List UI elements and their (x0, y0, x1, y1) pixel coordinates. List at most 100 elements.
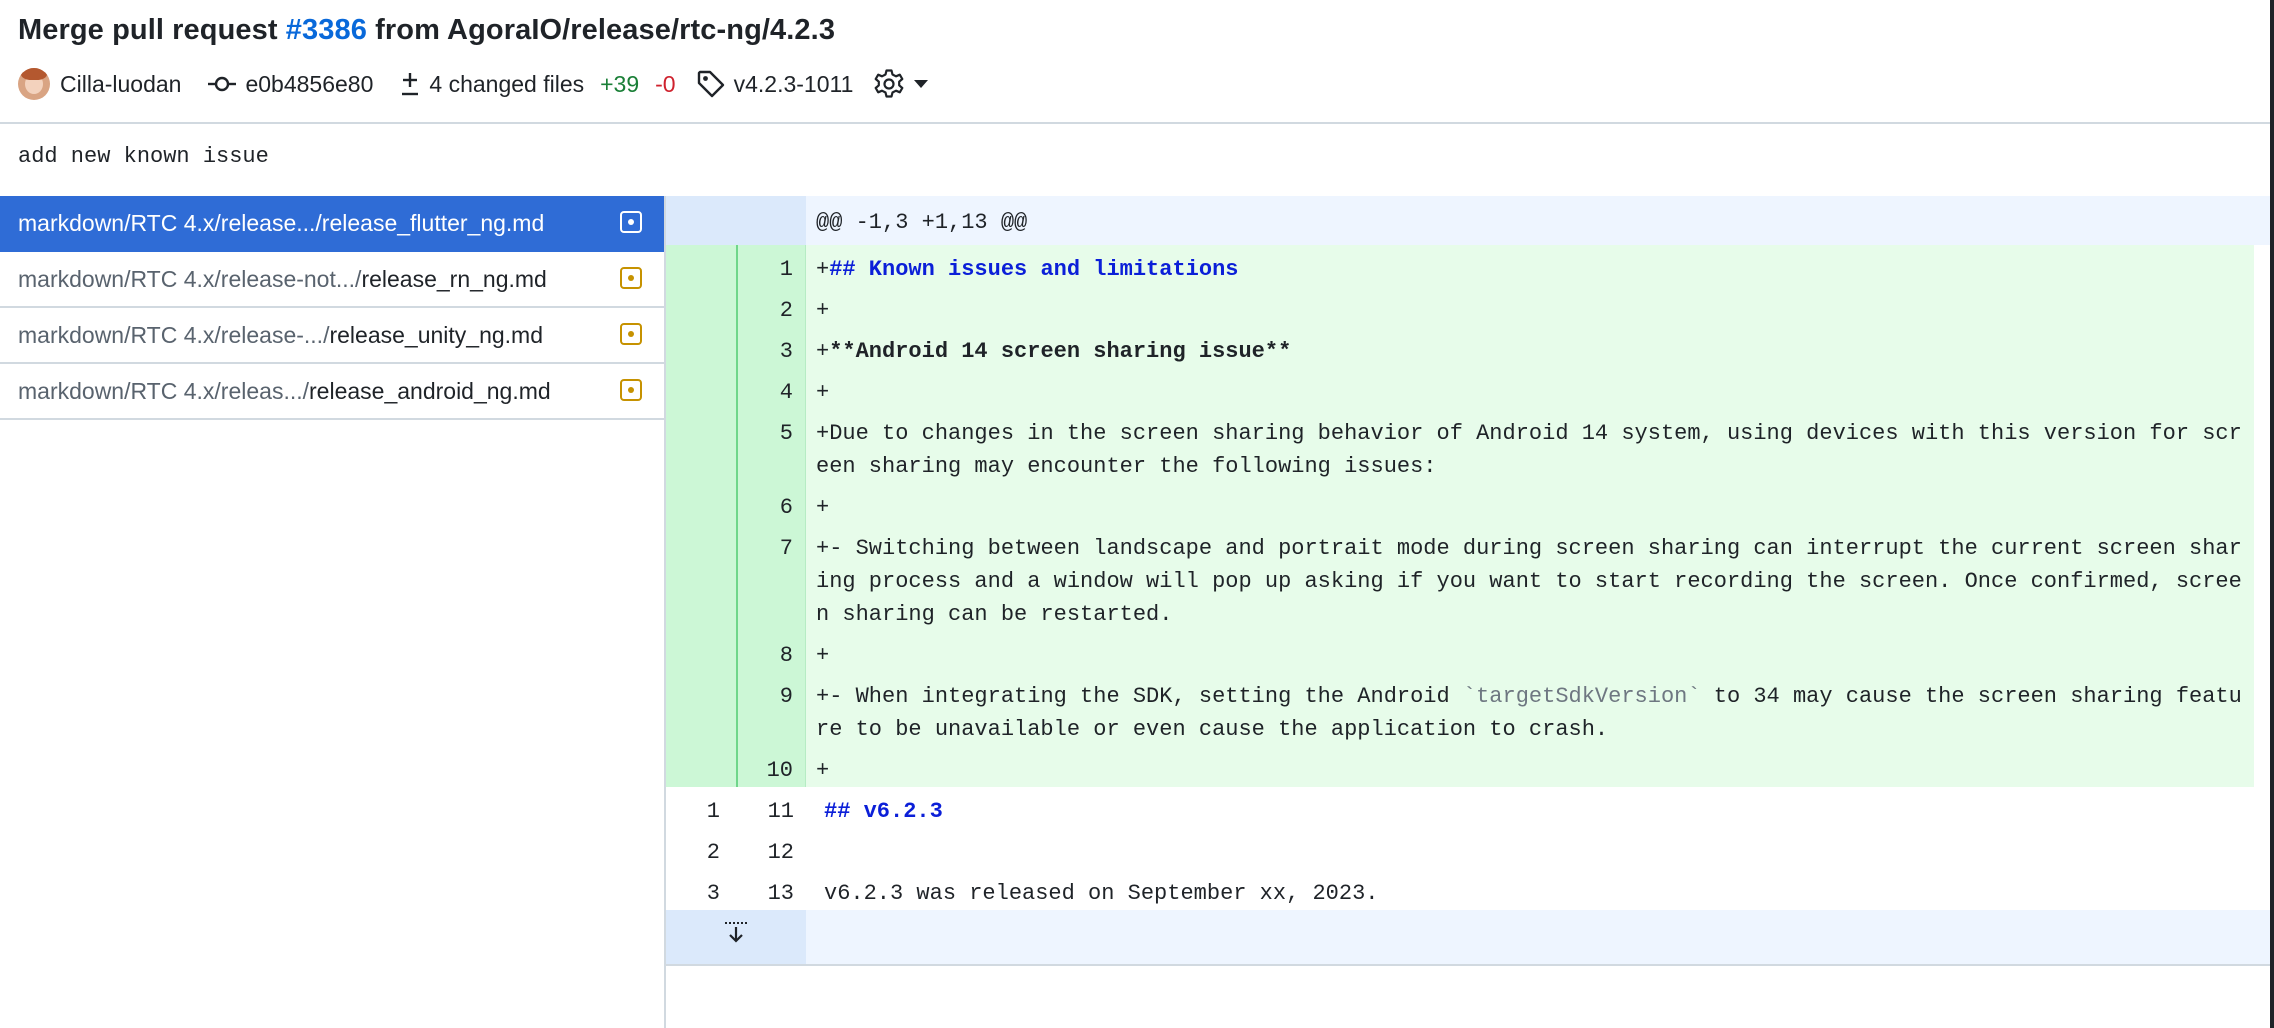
file-dir: markdown/RTC 4.x/release-not.../ (18, 265, 362, 292)
line-text: v6.2.3 was released on September xx, 202… (824, 881, 1379, 906)
diff-line: 8 + (666, 631, 2254, 672)
commit-header: Merge pull request #3386 from AgoraIO/re… (0, 0, 2270, 124)
diff-view: @@ -1,3 +1,13 @@ 1 +## Known issues and … (666, 196, 2270, 966)
diff-line: 1 11 ## v6.2.3 (666, 787, 2270, 828)
line-content: + (806, 368, 2254, 409)
file-item-release-flutter-ng[interactable]: markdown/RTC 4.x/release.../release_flut… (0, 196, 664, 252)
line-content (806, 828, 2270, 869)
commit-meta: Cilla-luodan e0b4856e80 4 changed files … (18, 64, 937, 104)
new-line-number: 1 (736, 245, 806, 286)
line-text: **Android 14 screen sharing issue** (829, 339, 1292, 364)
line-content: +- When integrating the SDK, setting the… (806, 672, 2254, 746)
line-content: +**Android 14 screen sharing issue** (806, 327, 2254, 368)
title-prefix: Merge pull request (18, 14, 286, 46)
old-line-number (666, 368, 736, 409)
commit-description: add new known issue (18, 144, 269, 169)
diff-line: 3 +**Android 14 screen sharing issue** (666, 327, 2254, 368)
diff-line: 5 +Due to changes in the screen sharing … (666, 409, 2254, 483)
old-line-number (666, 409, 736, 483)
chevron-down-icon[interactable] (913, 79, 929, 89)
tag-name[interactable]: v4.2.3-1011 (734, 71, 854, 98)
commit-title: Merge pull request #3386 from AgoraIO/re… (18, 14, 835, 47)
file-name: release_unity_ng.md (329, 321, 543, 348)
new-line-number: 7 (736, 524, 806, 631)
line-prefix: + (816, 684, 830, 709)
file-modified-icon (620, 211, 642, 233)
new-line-number: 4 (736, 368, 806, 409)
inline-code: `targetSdkVersion` (1462, 684, 1701, 709)
old-line-number (666, 524, 736, 631)
file-name: release_rn_ng.md (361, 265, 547, 292)
diff-line: 4 + (666, 368, 2254, 409)
diff-line: 2 + (666, 286, 2254, 327)
file-item-release-rn-ng[interactable]: markdown/RTC 4.x/release-not.../release_… (0, 252, 664, 308)
line-prefix: + (816, 298, 830, 323)
avatar[interactable] (18, 68, 50, 100)
file-modified-icon (620, 379, 642, 401)
line-text: Due to changes in the screen sharing beh… (816, 421, 2242, 479)
expand-down-button[interactable] (666, 910, 806, 964)
commit-sha[interactable]: e0b4856e80 (245, 71, 373, 98)
file-modified-icon (620, 267, 642, 289)
old-line-number: 3 (706, 881, 720, 906)
git-commit-icon (207, 74, 237, 94)
new-line-number: 3 (736, 327, 806, 368)
line-content: +## Known issues and limitations (806, 245, 2254, 286)
line-prefix: + (816, 380, 830, 405)
new-line-number: 13 (736, 869, 806, 910)
old-line-number (666, 286, 736, 327)
additions-count: +39 (600, 70, 640, 97)
file-dir: markdown/RTC 4.x/releas.../ (18, 377, 310, 404)
diff-line: 10 + (666, 746, 2254, 787)
new-line-number: 2 (736, 286, 806, 327)
diff-line: 2 12 (666, 828, 2270, 869)
file-dir: markdown/RTC 4.x/release-.../ (18, 321, 330, 348)
pr-link[interactable]: #3386 (286, 14, 367, 46)
old-line-number (666, 672, 736, 746)
line-prefix: + (816, 257, 830, 282)
new-line-number: 9 (736, 672, 806, 746)
line-content: ## v6.2.3 (806, 787, 2270, 828)
line-content: + (806, 746, 2254, 787)
line-prefix: + (816, 421, 830, 446)
new-line-number: 5 (736, 409, 806, 483)
diff-icon (399, 70, 421, 98)
diff-line: 7 +- Switching between landscape and por… (666, 524, 2254, 631)
file-item-release-unity-ng[interactable]: markdown/RTC 4.x/release-.../release_uni… (0, 308, 664, 364)
line-content: +- Switching between landscape and portr… (806, 524, 2254, 631)
line-prefix: + (816, 643, 830, 668)
gear-icon[interactable] (873, 68, 905, 100)
line-prefix: + (816, 536, 830, 561)
line-text: - Switching between landscape and portra… (816, 536, 2242, 627)
line-content: + (806, 631, 2254, 672)
hunk-header: @@ -1,3 +1,13 @@ (806, 196, 2270, 245)
deletions-count: -0 (655, 70, 676, 97)
tag-icon (696, 69, 726, 99)
line-prefix: + (816, 339, 830, 364)
line-content: v6.2.3 was released on September xx, 202… (806, 869, 2270, 910)
old-line-number (666, 746, 736, 787)
diff-line: 6 + (666, 483, 2254, 524)
file-modified-icon (620, 323, 642, 345)
line-content: + (806, 483, 2254, 524)
line-content: +Due to changes in the screen sharing be… (806, 409, 2254, 483)
old-line-number: 2 (706, 840, 720, 865)
old-line-number (666, 245, 736, 286)
line-prefix: + (816, 758, 830, 783)
old-line-number (666, 327, 736, 368)
old-line-number: 1 (706, 799, 720, 824)
hunk-header-row: @@ -1,3 +1,13 @@ (666, 196, 2270, 245)
file-item-release-android-ng[interactable]: markdown/RTC 4.x/releas.../release_andro… (0, 364, 664, 420)
diff-bottom-border (666, 964, 2270, 966)
changed-files-list: markdown/RTC 4.x/release.../release_flut… (0, 196, 664, 420)
line-text: ## v6.2.3 (824, 799, 943, 824)
new-line-number: 10 (736, 746, 806, 787)
author-name[interactable]: Cilla-luodan (60, 71, 181, 98)
line-text: ## Known issues and limitations (829, 257, 1239, 282)
file-name: release_android_ng.md (309, 377, 551, 404)
old-line-number (666, 483, 736, 524)
file-dir: markdown/RTC 4.x/release.../ (18, 209, 322, 236)
line-text: - When integrating the SDK, setting the … (829, 684, 1463, 709)
line-prefix: + (816, 495, 830, 520)
changed-files-count: 4 changed files (429, 70, 585, 97)
